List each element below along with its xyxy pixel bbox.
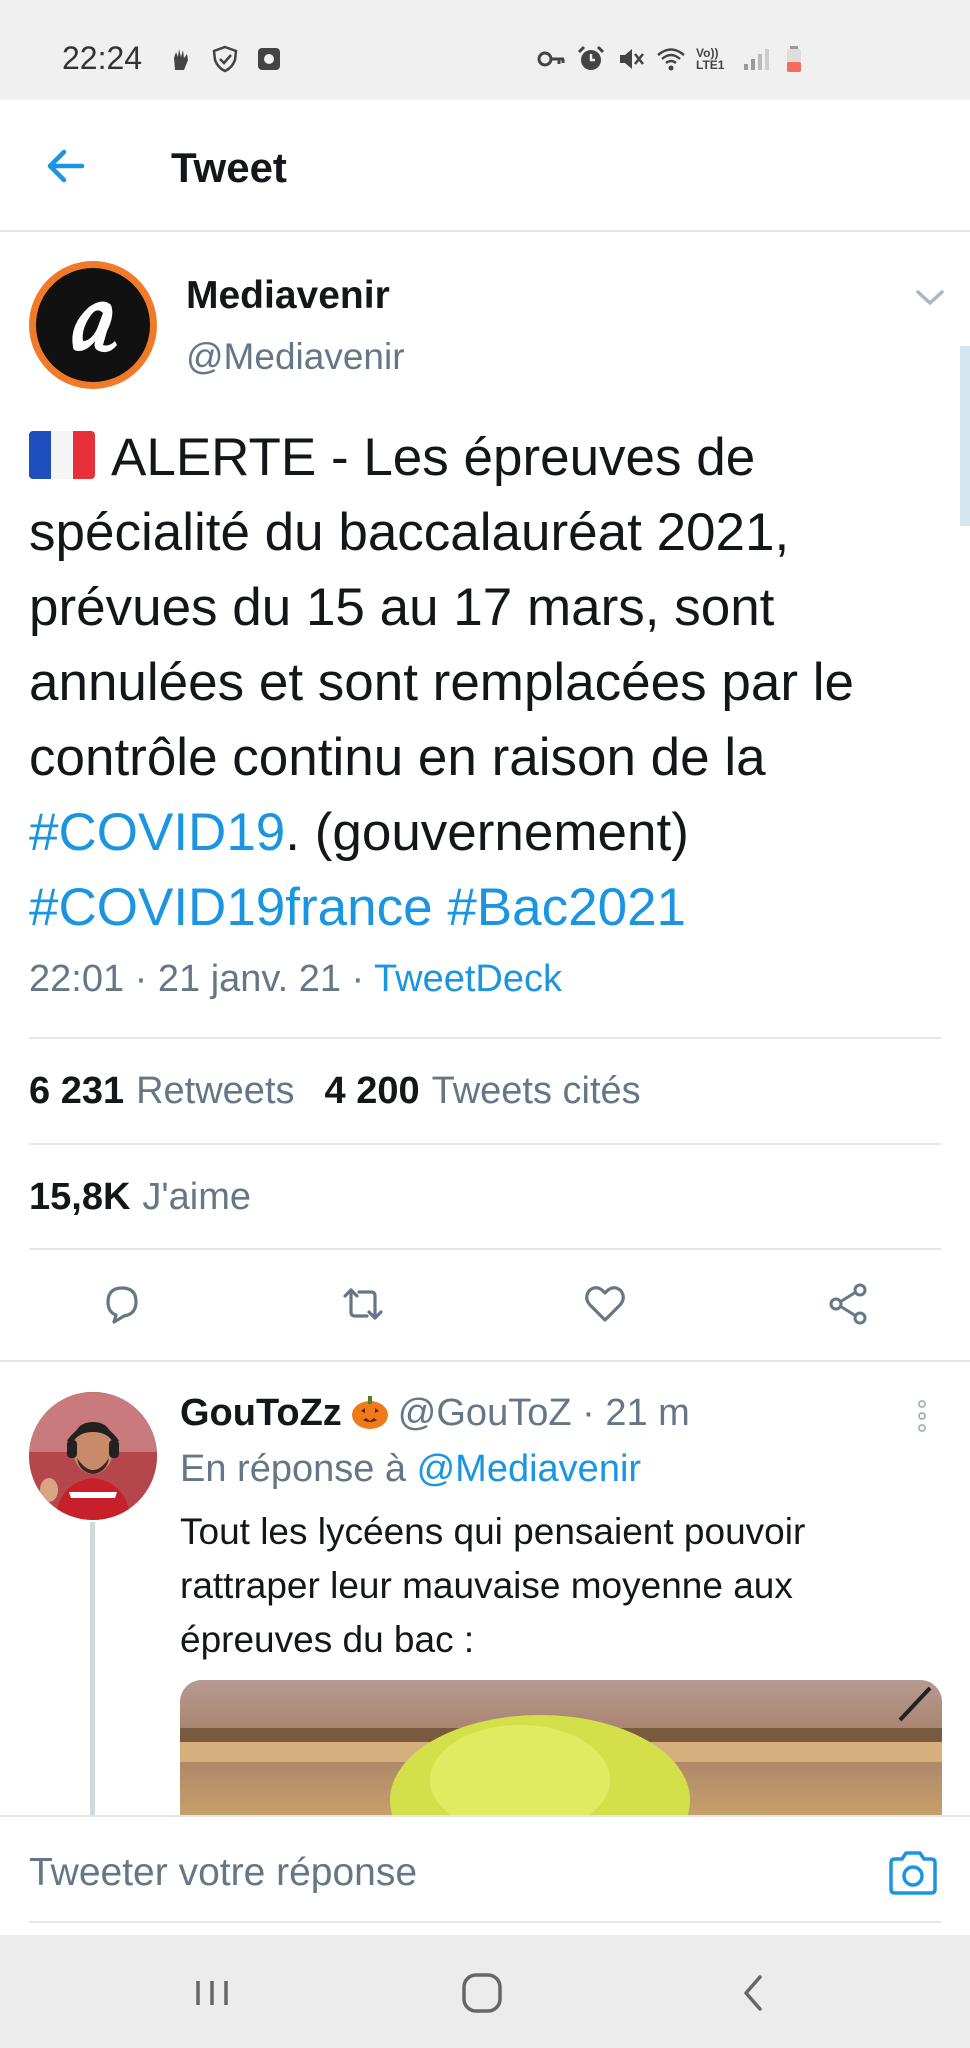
status-right-icons: Vo)) LTE1 <box>536 44 810 74</box>
status-left-icons <box>166 44 284 74</box>
reply-author-name[interactable]: GouToZz <box>180 1392 342 1434</box>
likes-stat[interactable]: 15,8K J'aime <box>29 1176 251 1219</box>
reply-header: GouToZz @GouToZ · 21 m <box>180 1392 690 1435</box>
reply-input[interactable] <box>29 1851 849 1895</box>
back-nav-icon[interactable] <box>726 1965 782 2021</box>
quotes-stat[interactable]: 4 200 Tweets cités <box>325 1070 641 1113</box>
reply-time: · 21 m <box>571 1392 690 1434</box>
tweet-text-part1: ALERTE - Les épreuves de spécialité du b… <box>29 428 854 787</box>
reply-to-handle-link[interactable]: @Mediavenir <box>417 1448 641 1490</box>
arrow-left-icon[interactable] <box>40 140 92 192</box>
hashtag-link[interactable]: #Bac2021 <box>447 878 686 937</box>
quotes-count: 4 200 <box>324 1070 420 1112</box>
divider <box>29 1037 941 1039</box>
author-avatar[interactable] <box>29 261 157 389</box>
like-heart-icon[interactable] <box>581 1280 629 1328</box>
france-flag-icon <box>29 431 95 479</box>
retweets-label: Retweets <box>136 1070 295 1112</box>
reply-to-line: En réponse à @Mediavenir <box>180 1448 641 1491</box>
reply-author-handle[interactable]: @GouToZ <box>398 1392 572 1434</box>
tweet-text: ALERTE - Les épreuves de spécialité du b… <box>29 420 949 945</box>
key-icon <box>537 51 565 67</box>
tweet-timestamp: 22:01 · 21 janv. 21 · <box>29 958 375 1000</box>
page-title: Tweet <box>171 144 287 191</box>
compose-underline <box>29 1921 941 1923</box>
retweets-stat[interactable]: 6 231 Retweets <box>29 1070 295 1113</box>
recent-apps-icon[interactable] <box>184 1965 240 2021</box>
thread-line <box>90 1522 95 1815</box>
divider <box>29 1248 941 1250</box>
signal-icon <box>744 49 769 70</box>
retweets-count: 6 231 <box>29 1070 125 1112</box>
mediavenir-logo-icon <box>72 301 117 353</box>
share-icon[interactable] <box>824 1280 872 1328</box>
hashtag-link[interactable]: #COVID19france <box>29 878 433 937</box>
divider <box>29 1143 941 1145</box>
tweet-meta: 22:01 · 21 janv. 21 · TweetDeck <box>29 958 562 1001</box>
reply-to-prefix: En réponse à <box>180 1448 417 1490</box>
reply-icon[interactable] <box>98 1280 146 1328</box>
pumpkin-emoji-icon <box>351 1396 388 1429</box>
reply-text: Tout les lycéens qui pensaient pouvoir r… <box>180 1511 806 1660</box>
more-vertical-icon[interactable] <box>912 1396 932 1436</box>
hashtag-link[interactable]: #COVID19 <box>29 803 285 862</box>
camera-icon[interactable] <box>887 1849 939 1897</box>
square-app-icon <box>258 48 280 70</box>
tweet-stats-row: 6 231 Retweets 4 200 Tweets cités <box>29 1070 641 1113</box>
media-photo <box>180 1680 942 1816</box>
top-app-bar: Tweet <box>0 100 970 232</box>
tweet-source-link[interactable]: TweetDeck <box>374 958 562 1000</box>
tweet-text-part2: . (gouvernement) <box>285 803 689 862</box>
compose-reply-bar <box>0 1815 970 1935</box>
scrollbar[interactable] <box>960 346 970 526</box>
divider <box>0 1360 970 1362</box>
home-icon[interactable] <box>454 1965 510 2021</box>
mute-icon <box>620 49 644 69</box>
battery-icon <box>787 46 801 72</box>
volte-icon: Vo)) LTE1 <box>696 46 725 72</box>
user-photo <box>29 1392 157 1520</box>
system-nav-bar <box>0 1935 970 2048</box>
reply-avatar[interactable] <box>29 1392 157 1520</box>
quotes-label: Tweets cités <box>431 1070 641 1112</box>
retweet-icon[interactable] <box>339 1280 387 1328</box>
wifi-icon <box>657 48 685 71</box>
author-name[interactable]: Mediavenir <box>186 274 390 318</box>
chevron-down-icon[interactable] <box>912 284 948 310</box>
likes-label: J'aime <box>142 1176 252 1218</box>
alarm-icon <box>577 45 605 70</box>
tweet-actions <box>0 1270 970 1340</box>
author-handle[interactable]: @Mediavenir <box>186 336 405 378</box>
likes-count: 15,8K <box>29 1176 131 1218</box>
status-time: 22:24 <box>62 40 143 76</box>
reply-media-image[interactable] <box>180 1680 942 1816</box>
hand-icon <box>174 49 188 70</box>
status-bar: 22:24 Vo)) LTE1 <box>0 0 970 100</box>
shield-check-icon <box>212 45 238 73</box>
